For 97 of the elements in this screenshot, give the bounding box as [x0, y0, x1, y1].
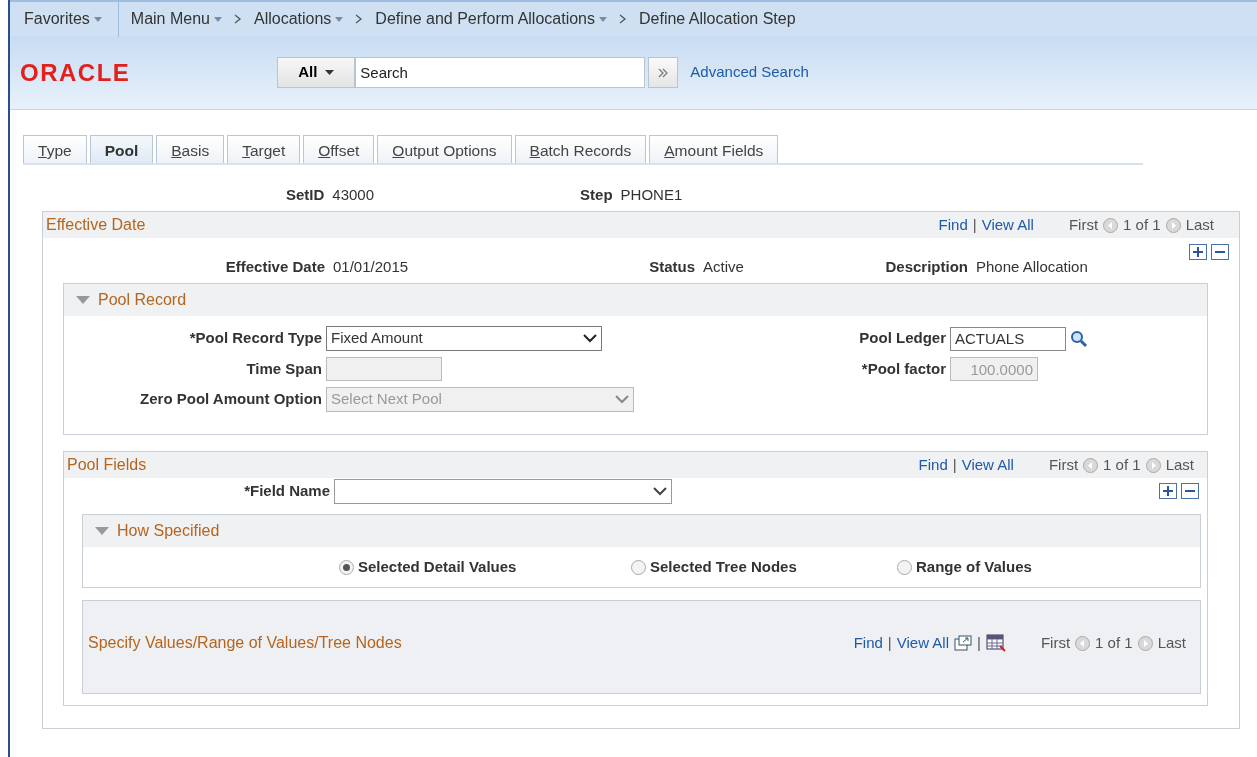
popout-window-icon [954, 635, 973, 651]
section-title: Pool Record [98, 290, 187, 310]
field-label: *Pool Record Type [189, 329, 322, 347]
field-value: PHONE1 [620, 184, 683, 205]
field-label: *Pool factor [861, 359, 946, 377]
delete-row-button[interactable] [1211, 244, 1229, 260]
search-field[interactable]: Search [355, 57, 646, 88]
section-title: Specify Values/Range of Values/Tree Nodes [88, 633, 402, 653]
separator-text: | [887, 632, 892, 653]
row-count: 1 of 1 [1103, 454, 1141, 475]
radio-button[interactable] [631, 559, 646, 575]
find-link[interactable]: Find [918, 453, 948, 477]
search-icon [1070, 329, 1088, 348]
find-link[interactable]: Find [853, 631, 883, 655]
field-value: 43000 [332, 184, 375, 205]
page-tab[interactable]: Amount Fields [649, 135, 779, 163]
section-title: Pool Fields [67, 455, 147, 475]
field-label: Step [580, 184, 613, 205]
logo: ORACLE [20, 57, 131, 88]
page-tab[interactable]: Basis [156, 135, 225, 163]
chevron-down-icon [583, 334, 597, 343]
delete-row-button[interactable] [1181, 483, 1199, 499]
caret-icon [325, 70, 335, 75]
dropdown-field: Select Next Pool [326, 387, 634, 412]
field-value: Active [703, 256, 745, 277]
caret-icon [599, 16, 607, 22]
advanced-search-link[interactable]: Advanced Search [690, 61, 809, 84]
chevron-icon [233, 14, 242, 24]
search-go-button[interactable] [648, 57, 679, 88]
page-tab[interactable]: Output Options [377, 135, 512, 163]
chevron-down-icon [653, 486, 667, 496]
radio-button[interactable] [897, 559, 912, 575]
caret-icon [335, 16, 344, 22]
plus-icon [1163, 486, 1173, 496]
chevron-icon [355, 14, 364, 24]
view-all-link[interactable]: View All [981, 213, 1034, 237]
add-row-button[interactable] [1189, 244, 1207, 260]
caret-icon [213, 16, 222, 22]
field-label: Zero Pool Amount Option [140, 390, 322, 408]
view-all-link[interactable]: View All [896, 631, 950, 655]
collapse-icon[interactable] [76, 295, 90, 305]
previous-icon [1075, 635, 1091, 651]
radio-option[interactable]: Range of Values [897, 555, 1032, 579]
add-row-button[interactable] [1159, 483, 1177, 499]
next-icon [1145, 457, 1161, 473]
row-count: 1 of 1 [1095, 632, 1133, 653]
collapse-icon[interactable] [95, 526, 109, 536]
breadcrumb-menu[interactable]: Define Allocation Step [627, 7, 808, 31]
first-label: First [1040, 632, 1071, 653]
first-label: First [1048, 454, 1079, 475]
field-label: Status [648, 256, 695, 277]
text-field: 100.0000 [950, 357, 1038, 381]
separator-text: | [977, 632, 981, 653]
radio-option[interactable]: Selected Tree Nodes [631, 555, 897, 579]
field-value: Phone Allocation [976, 256, 1088, 277]
section-title: How Specified [117, 521, 220, 541]
field-label: SetID [286, 184, 325, 205]
field-label: Effective Date [224, 256, 325, 277]
radio-button[interactable] [339, 559, 354, 575]
section-title: Effective Date [46, 215, 146, 235]
scope-dropdown[interactable]: All [277, 57, 356, 88]
last-label: Last [1157, 632, 1186, 653]
last-label: Last [1185, 214, 1214, 235]
previous-icon [1083, 457, 1099, 473]
page-tab[interactable]: Pool [89, 135, 154, 163]
page-tab[interactable]: Target [227, 135, 301, 163]
breadcrumb-menu[interactable]: Main Menu [118, 7, 234, 31]
field-label: Description [884, 256, 968, 277]
dropdown-field[interactable]: Fixed Amount [326, 326, 602, 351]
separator-text: | [972, 214, 977, 235]
dropdown-field[interactable] [334, 478, 672, 504]
page-tab[interactable]: Type [23, 135, 87, 163]
text-field[interactable]: ACTUALS [950, 326, 1066, 351]
field-label: Pool Ledger [859, 329, 946, 347]
view-all-link[interactable]: View All [961, 453, 1014, 477]
double-chevron-icon [658, 68, 669, 79]
field-label: Time Span [246, 359, 322, 377]
chevron-down-icon [615, 395, 629, 404]
field-label: *Field Name [243, 480, 331, 501]
separator-text: | [952, 454, 957, 475]
page-tab[interactable]: Batch Records [514, 135, 647, 163]
plus-icon [1193, 247, 1203, 257]
breadcrumb-menu[interactable]: Allocations [241, 7, 356, 31]
next-icon [1137, 635, 1153, 651]
caret-icon [93, 16, 102, 22]
find-link[interactable]: Find [938, 213, 968, 237]
last-label: Last [1165, 454, 1194, 475]
radio-option[interactable]: Selected Detail Values [339, 555, 631, 579]
row-count: 1 of 1 [1123, 214, 1161, 235]
next-icon [1165, 217, 1181, 233]
breadcrumb-menu[interactable]: Define and Perform Allocations [363, 7, 619, 31]
grid-download-icon [985, 634, 1006, 652]
previous-icon [1103, 217, 1119, 233]
page-tab[interactable]: Offset [303, 135, 375, 163]
first-label: First [1068, 214, 1099, 235]
chevron-icon [619, 14, 627, 24]
field-value: 01/01/2015 [333, 256, 410, 277]
